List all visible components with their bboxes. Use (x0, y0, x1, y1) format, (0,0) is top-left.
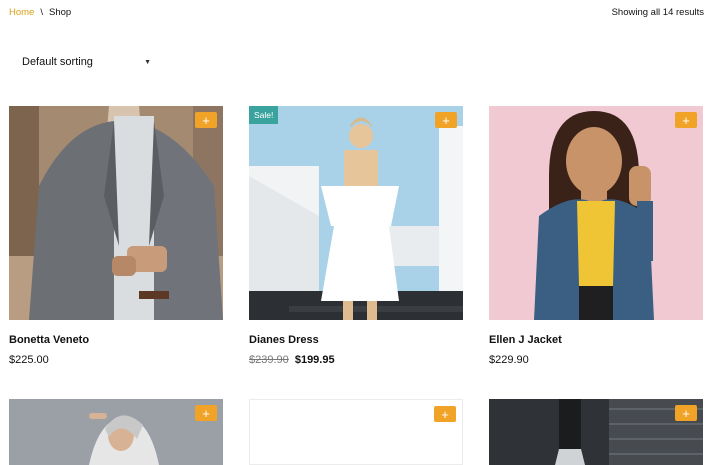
breadcrumb-current: Shop (48, 7, 72, 18)
caret-down-icon: ▼ (144, 58, 151, 66)
add-to-cart-button[interactable]: + (675, 112, 697, 128)
product-title[interactable]: Dianes Dress (249, 334, 319, 346)
product-price: $225.00 (9, 354, 49, 366)
product-card[interactable]: + (249, 399, 463, 465)
product-image[interactable]: + (249, 399, 463, 465)
product-card[interactable]: Sale! + Dianes Dress $239.90 $199.95 (249, 106, 463, 366)
plus-icon: + (441, 406, 449, 422)
product-current-price: $199.95 (294, 354, 335, 366)
breadcrumb-home-link[interactable]: Home (9, 7, 34, 18)
add-to-cart-button[interactable]: + (195, 405, 217, 421)
plus-icon: + (202, 405, 210, 421)
add-to-cart-button[interactable]: + (675, 405, 697, 421)
product-image[interactable]: + (9, 399, 223, 465)
product-current-price: $225.00 (9, 354, 49, 366)
results-count: Showing all 14 results (611, 7, 704, 18)
plus-icon: + (682, 112, 690, 128)
product-image[interactable]: + (489, 399, 703, 465)
sorting-selected-value: Default sorting (22, 56, 93, 68)
product-title[interactable]: Ellen J Jacket (489, 334, 562, 346)
plus-icon: + (442, 112, 450, 128)
plus-icon: + (682, 405, 690, 421)
product-image-bonetta-veneto[interactable]: + (9, 106, 223, 320)
breadcrumb-separator: \ (40, 7, 43, 18)
add-to-cart-button[interactable]: + (434, 406, 456, 422)
sorting-select[interactable]: Default sorting ▼ (12, 52, 157, 72)
product-old-price: $239.90 (249, 354, 289, 366)
add-to-cart-button[interactable]: + (195, 112, 217, 128)
product-card[interactable]: + Bonetta Veneto $225.00 (9, 106, 223, 366)
product-current-price: $229.90 (489, 354, 529, 366)
topbar: Home \ Shop Showing all 14 results (0, 0, 713, 26)
product-image-dianes-dress[interactable]: Sale! + (249, 106, 463, 320)
product-card[interactable]: + Ellen J Jacket $229.90 (489, 106, 703, 366)
product-title[interactable]: Bonetta Veneto (9, 334, 89, 346)
product-image-ellen-j-jacket[interactable]: + (489, 106, 703, 320)
product-price: $229.90 (489, 354, 529, 366)
product-card[interactable]: + (489, 399, 703, 465)
breadcrumb: Home \ Shop (9, 7, 71, 18)
plus-icon: + (202, 112, 210, 128)
product-price: $239.90 $199.95 (249, 354, 335, 366)
add-to-cart-button[interactable]: + (435, 112, 457, 128)
product-card[interactable]: + (9, 399, 223, 465)
sale-badge: Sale! (249, 106, 279, 124)
